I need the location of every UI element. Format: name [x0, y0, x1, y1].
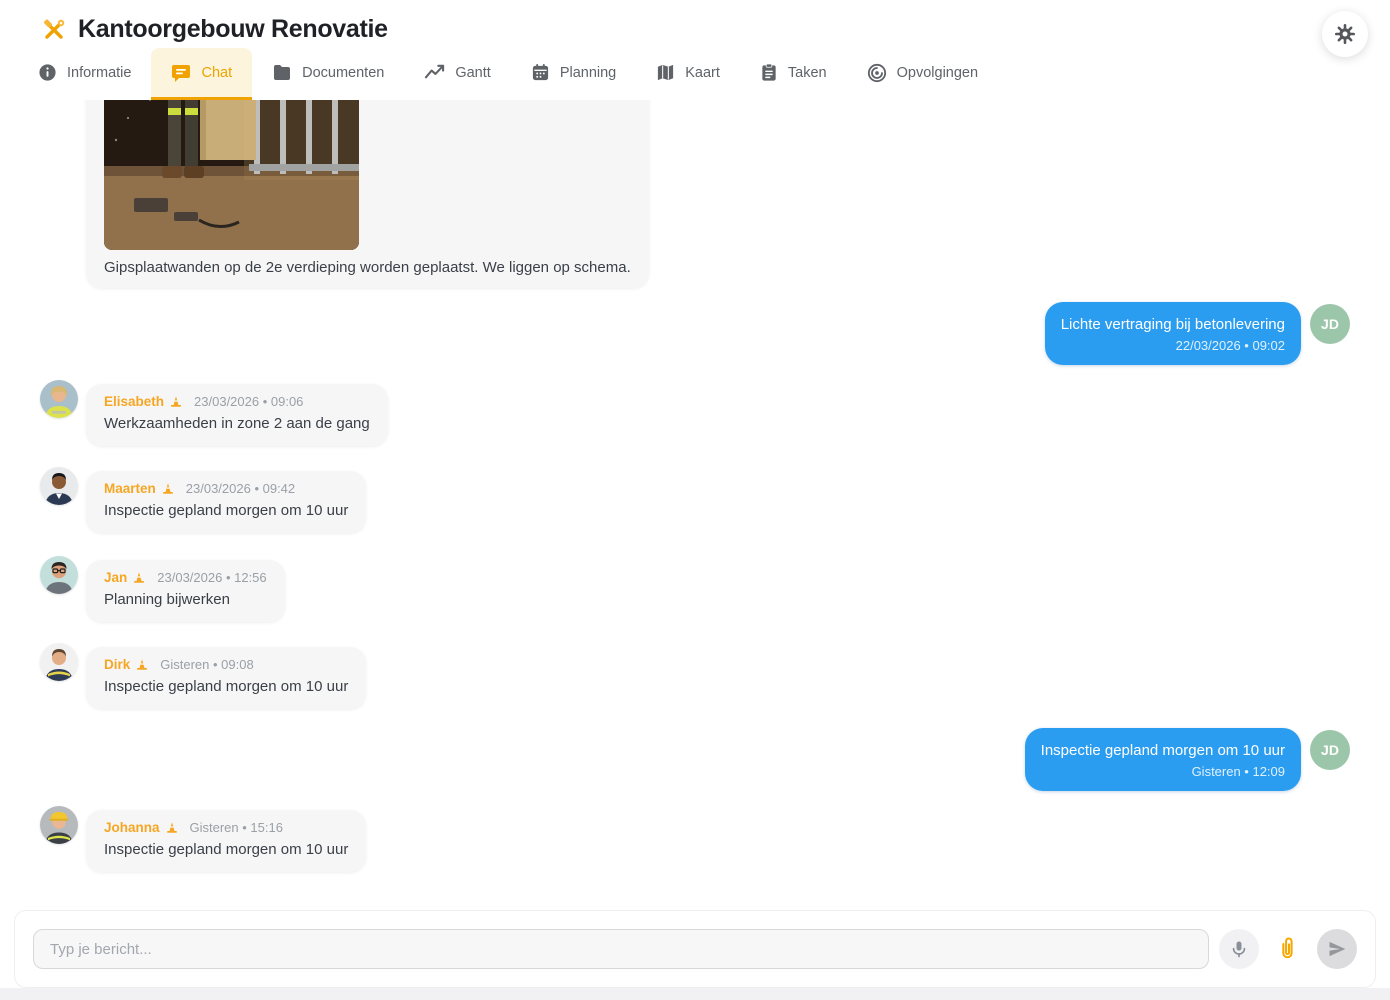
message-text: Inspectie gepland morgen om 10 uur [1041, 741, 1285, 761]
gear-icon[interactable] [1322, 11, 1368, 57]
folder-icon [272, 63, 292, 83]
chat-message-outgoing: Inspectie gepland morgen om 10 uur Giste… [40, 728, 1350, 791]
tab-kaart[interactable]: Kaart [636, 48, 740, 100]
avatar-jd: JD [1310, 304, 1350, 344]
page-title: Kantoorgebouw Renovatie [78, 15, 388, 44]
traffic-cone-icon [170, 395, 182, 408]
message-timestamp: 22/03/2026 • 09:02 [1061, 338, 1285, 353]
message-timestamp: 23/03/2026 • 09:06 [194, 394, 303, 409]
photo-caption: Gipsplaatwanden op de 2e verdieping word… [104, 259, 631, 276]
avatar-johanna [40, 806, 78, 844]
map-icon [656, 63, 675, 82]
send-icon[interactable] [1317, 929, 1357, 969]
message-timestamp: Gisteren • 15:16 [190, 820, 283, 835]
sender-name: Elisabeth [104, 394, 164, 409]
project-chat-app: Kantoorgebouw Renovatie Informatie [0, 0, 1390, 1000]
chat-message-incoming: Jan 23/03/2026 • 12:56 Planning bijwerke… [40, 560, 1350, 622]
tab-taken[interactable]: Taken [740, 48, 847, 100]
chat-message-incoming: Dirk Gisteren • 09:08 Inspectie gepland … [40, 647, 1350, 709]
hammer-wrench-icon [42, 18, 66, 42]
sender-name: Johanna [104, 820, 160, 835]
message-text: Lichte vertraging bij betonlevering [1061, 315, 1285, 335]
message-timestamp: Gisteren • 12:09 [1041, 764, 1285, 779]
mic-icon[interactable] [1219, 929, 1259, 969]
tab-documenten[interactable]: Documenten [252, 48, 404, 100]
message-text: Inspectie gepland morgen om 10 uur [104, 840, 348, 860]
construction-photo[interactable] [104, 100, 359, 250]
tab-opvolgingen[interactable]: Opvolgingen [847, 48, 998, 100]
message-composer [14, 910, 1376, 988]
app-header: Kantoorgebouw Renovatie Informatie [0, 0, 1390, 100]
sender-name: Maarten [104, 481, 156, 496]
message-text: Inspectie gepland morgen om 10 uur [104, 677, 348, 697]
traffic-cone-icon [166, 821, 178, 834]
message-timestamp: 23/03/2026 • 12:56 [157, 570, 266, 585]
message-timestamp: 23/03/2026 • 09:42 [186, 481, 295, 496]
avatar-dirk [40, 643, 78, 681]
message-text: Planning bijwerken [104, 590, 267, 610]
avatar-elisabeth [40, 380, 78, 418]
chat-message-incoming: Johanna Gisteren • 15:16 Inspectie gepla… [40, 810, 1350, 872]
message-timestamp: Gisteren • 09:08 [160, 657, 253, 672]
avatar-maarten [40, 467, 78, 505]
tab-bar: Informatie Chat Documenten Gantt [18, 48, 998, 100]
calendar-icon [531, 63, 550, 82]
chat-icon [171, 63, 191, 83]
tab-chat[interactable]: Chat [151, 48, 252, 100]
chat-message-photo: Gipsplaatwanden op de 2e verdieping word… [86, 100, 1350, 288]
message-text: Werkzaamheden in zone 2 aan de gang [104, 414, 370, 434]
sender-name: Dirk [104, 657, 130, 672]
traffic-cone-icon [133, 571, 145, 584]
chat-message-list[interactable]: Gipsplaatwanden op de 2e verdieping word… [0, 100, 1390, 910]
avatar-jd: JD [1310, 730, 1350, 770]
trend-icon [424, 62, 445, 83]
paperclip-icon[interactable] [1269, 929, 1305, 969]
page-bottom-strip [0, 988, 1390, 1000]
traffic-cone-icon [136, 658, 148, 671]
target-icon [867, 63, 887, 83]
tab-informatie[interactable]: Informatie [18, 48, 151, 100]
sender-name: Jan [104, 570, 127, 585]
clipboard-icon [760, 63, 778, 82]
tab-planning[interactable]: Planning [511, 48, 636, 100]
chat-message-incoming: Elisabeth 23/03/2026 • 09:06 Werkzaamhed… [40, 384, 1350, 446]
message-input[interactable] [33, 929, 1209, 969]
chat-message-incoming: Maarten 23/03/2026 • 09:42 Inspectie gep… [40, 471, 1350, 533]
avatar-jan [40, 556, 78, 594]
traffic-cone-icon [162, 482, 174, 495]
info-icon [38, 63, 57, 82]
message-text: Inspectie gepland morgen om 10 uur [104, 501, 348, 521]
chat-message-outgoing: Lichte vertraging bij betonlevering 22/0… [40, 302, 1350, 365]
tab-gantt[interactable]: Gantt [404, 48, 510, 100]
